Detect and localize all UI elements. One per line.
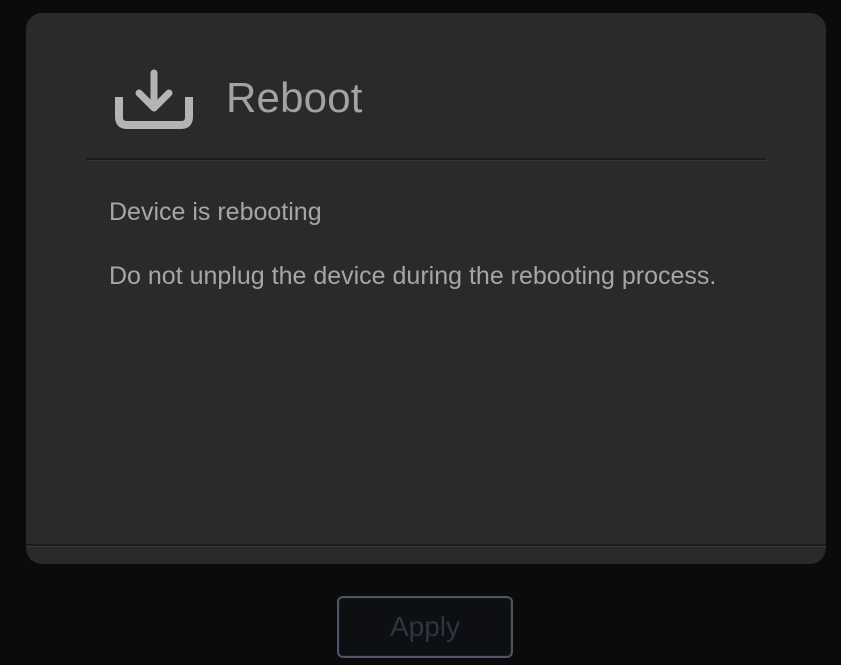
footer-divider: [26, 544, 826, 547]
download-tray-icon: [113, 69, 195, 129]
dialog-body: Device is rebooting Do not unplug the de…: [109, 196, 749, 292]
page: Reboot Device is rebooting Do not unplug…: [0, 0, 841, 665]
status-message: Device is rebooting: [109, 198, 322, 226]
warning-message: Do not unplug the device during the rebo…: [109, 262, 717, 290]
reboot-dialog: Reboot Device is rebooting Do not unplug…: [26, 13, 826, 564]
header-divider: [86, 158, 766, 161]
apply-button[interactable]: Apply: [337, 596, 513, 658]
dialog-header: Reboot: [26, 13, 826, 161]
dialog-title: Reboot: [226, 74, 363, 121]
